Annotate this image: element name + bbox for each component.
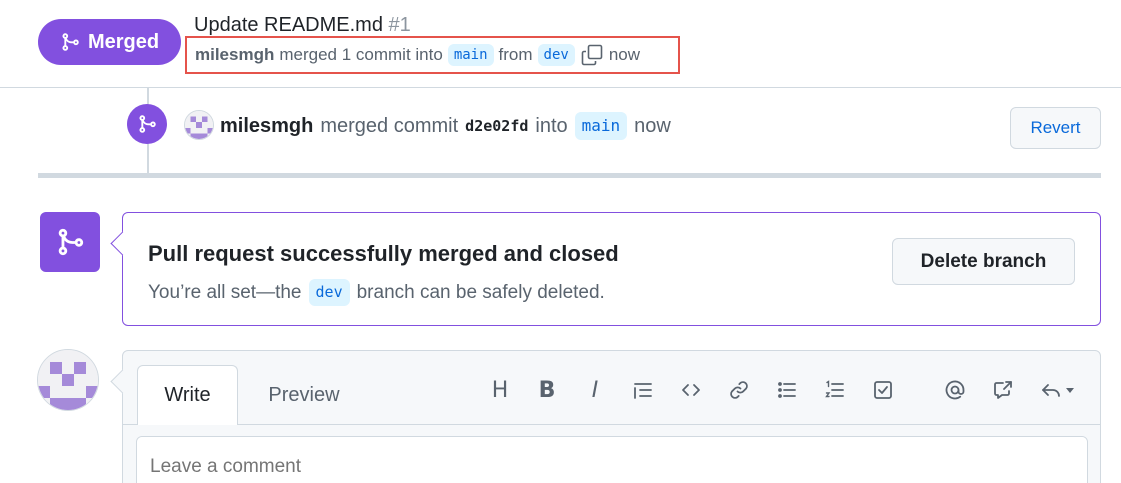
code-button[interactable]	[676, 375, 706, 405]
git-merge-icon	[62, 33, 79, 51]
code-icon	[682, 384, 700, 396]
timeline-break	[38, 173, 1101, 178]
caret-down-icon	[1066, 388, 1074, 393]
reply-icon	[1042, 384, 1060, 397]
quote-button[interactable]	[628, 375, 658, 405]
pr-title: Update README.md #1	[194, 14, 411, 37]
event-branch-chip[interactable]: main	[574, 112, 628, 140]
heading-button[interactable]: H	[485, 375, 515, 405]
head-branch-chip[interactable]: dev	[537, 44, 575, 66]
merged-state-label: Merged	[87, 30, 160, 53]
commit-sha-link[interactable]: d2e02fd	[465, 117, 528, 135]
task-list-button[interactable]	[868, 375, 898, 405]
bold-icon: B	[538, 377, 556, 403]
copy-icon[interactable]	[580, 43, 604, 67]
link-icon	[730, 381, 748, 399]
current-user-avatar[interactable]	[37, 349, 99, 411]
heading-icon: H	[491, 377, 509, 403]
italic-icon: I	[591, 377, 599, 403]
mention-button[interactable]	[940, 375, 970, 405]
identicon-avatar	[38, 350, 98, 410]
event-time: now	[634, 114, 671, 137]
task-list-icon	[874, 381, 892, 399]
quote-icon	[634, 383, 652, 399]
pr-meta-highlight: milesmgh merged 1 commit into main from …	[185, 36, 680, 74]
tab-preview[interactable]: Preview	[248, 365, 360, 425]
pr-number: #1	[388, 14, 411, 36]
numbered-list-icon	[825, 380, 844, 398]
link-button[interactable]	[724, 375, 754, 405]
meta-from-text: from	[498, 45, 533, 64]
event-author-link[interactable]: milesmgh	[220, 115, 313, 138]
meta-time: now	[608, 45, 641, 64]
revert-button[interactable]: Revert	[1010, 107, 1101, 149]
base-branch-chip[interactable]: main	[447, 44, 494, 66]
merged-state-badge: Merged	[38, 19, 181, 65]
merge-status-box: Pull request successfully merged and clo…	[122, 212, 1101, 326]
comment-textarea[interactable]	[136, 436, 1088, 483]
timeline-event-text: milesmgh merged commit d2e02fd into main…	[220, 112, 671, 140]
cross-reference-icon	[994, 381, 1012, 399]
tab-write[interactable]: Write	[137, 365, 238, 425]
mention-icon	[945, 380, 965, 400]
bulleted-list-icon	[778, 382, 796, 398]
merge-status-icon-tile	[40, 212, 100, 272]
event-action-text: merged commit	[320, 114, 459, 137]
git-merge-icon	[58, 228, 84, 256]
git-merge-icon	[139, 115, 156, 133]
bold-button[interactable]: B	[532, 375, 562, 405]
editor-tab-divider	[123, 424, 1100, 425]
bulleted-list-button[interactable]	[772, 375, 802, 405]
merge-status-subtext: You’re all set—the dev branch can be saf…	[148, 279, 605, 306]
italic-button[interactable]: I	[580, 375, 610, 405]
reference-button[interactable]	[988, 375, 1018, 405]
merge-sub-after: branch can be safely deleted.	[356, 281, 605, 303]
meta-author-link[interactable]: milesmgh	[195, 45, 274, 65]
saved-replies-button[interactable]	[1036, 375, 1080, 405]
merge-branch-chip[interactable]: dev	[308, 279, 350, 306]
comment-editor: Write Preview H B I	[122, 350, 1101, 483]
identicon-avatar	[185, 111, 213, 139]
event-into-text: into	[535, 114, 568, 137]
meta-action-text: merged 1 commit into	[279, 45, 443, 64]
merge-status-heading: Pull request successfully merged and clo…	[148, 241, 619, 266]
timeline-merge-badge	[127, 104, 167, 144]
numbered-list-button[interactable]	[820, 375, 850, 405]
pr-title-text: Update README.md	[194, 14, 383, 36]
header-divider	[0, 87, 1121, 88]
merge-sub-before: You’re all set—the	[148, 281, 302, 303]
delete-branch-button[interactable]: Delete branch	[892, 238, 1075, 285]
avatar[interactable]	[184, 110, 214, 140]
